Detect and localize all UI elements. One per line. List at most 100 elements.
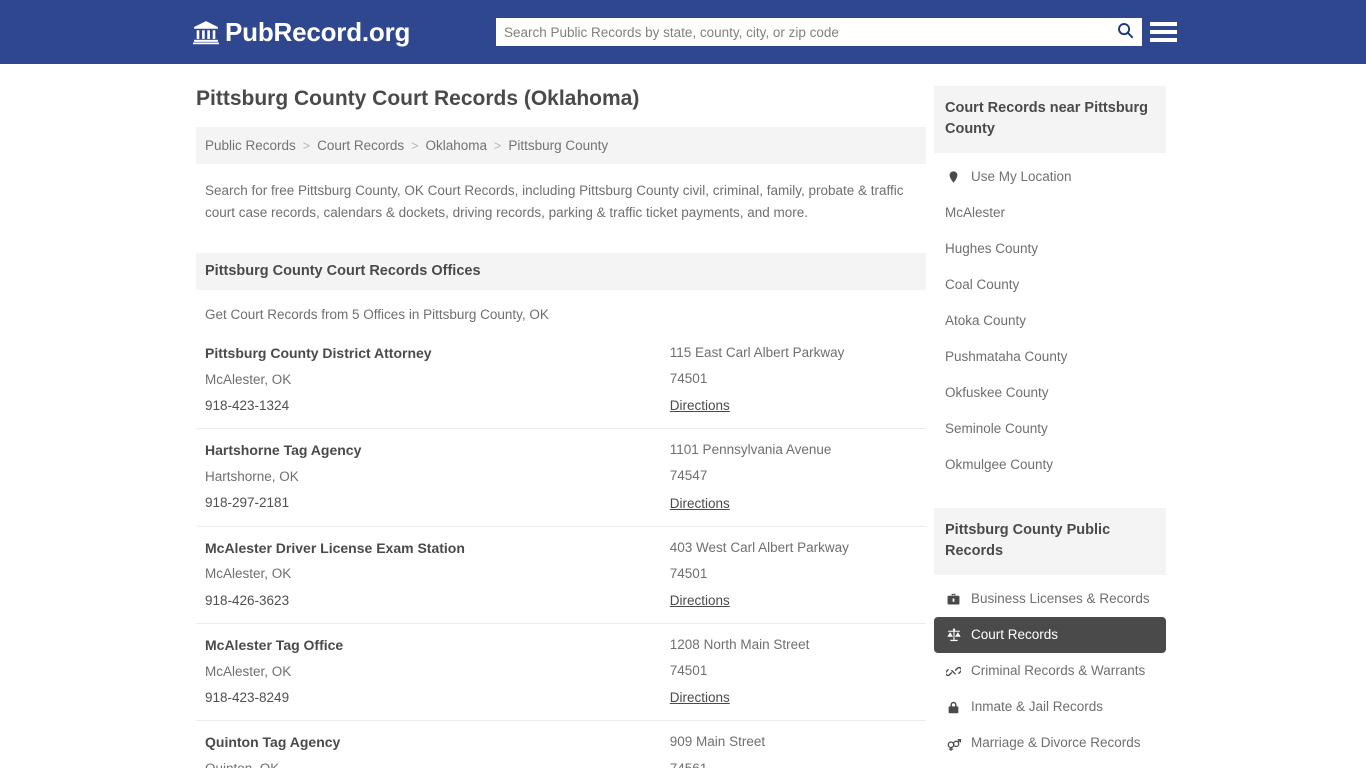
map-pin-icon (945, 169, 962, 186)
sidebar-item-label: Atoka County (945, 314, 1026, 328)
sidebar-item-coal-county[interactable]: Coal County (934, 267, 1166, 303)
office-right-column: 1208 North Main Street 74501 Directions (670, 637, 917, 707)
sidebar-item-label: Coal County (945, 278, 1019, 292)
breadcrumb-separator-icon: > (494, 139, 501, 153)
office-city-state: Quinton, OK (205, 761, 670, 768)
sidebar-item-court-records[interactable]: Court Records (934, 617, 1166, 653)
sidebar-item-label: Okmulgee County (945, 458, 1053, 472)
office-zip: 74547 (670, 468, 917, 484)
directions-link[interactable]: Directions (670, 593, 730, 608)
office-row: Pittsburg County District Attorney McAle… (196, 332, 926, 428)
search-input[interactable] (496, 19, 1108, 45)
office-city-state: McAlester, OK (205, 372, 670, 388)
handcuffs-icon (945, 663, 962, 680)
breadcrumb: Public Records > Court Records > Oklahom… (196, 127, 926, 164)
office-city-state: McAlester, OK (205, 664, 670, 680)
office-row: McAlester Driver License Exam Station Mc… (196, 526, 926, 623)
page-intro-text: Search for free Pittsburg County, OK Cou… (205, 180, 905, 224)
sidebar-public-records-block: Pittsburg County Public Records Business… (934, 508, 1166, 761)
page-title: Pittsburg County Court Records (Oklahoma… (196, 86, 926, 111)
sidebar-item-label: Marriage & Divorce Records (971, 736, 1141, 750)
office-left-column: Pittsburg County District Attorney McAle… (205, 345, 670, 415)
bank-building-icon (193, 19, 219, 45)
search-icon (1116, 21, 1135, 43)
office-city-state: McAlester, OK (205, 566, 670, 582)
offices-section-header: Pittsburg County Court Records Offices (196, 253, 926, 290)
sidebar-item-business-licenses[interactable]: Business Licenses & Records (934, 581, 1166, 617)
sidebar-item-criminal-records[interactable]: Criminal Records & Warrants (934, 653, 1166, 689)
sidebar-nearby-title: Court Records near Pittsburg County (934, 86, 1166, 153)
sidebar-item-label: Use My Location (971, 170, 1072, 184)
site-logo-link[interactable]: PubRecord.org (193, 19, 410, 45)
sidebar-public-records-title: Pittsburg County Public Records (934, 508, 1166, 575)
sidebar-item-label: Pushmataha County (945, 350, 1067, 364)
sidebar-item-mcalester[interactable]: McAlester (934, 195, 1166, 231)
office-street: 115 East Carl Albert Parkway (670, 345, 917, 361)
office-right-column: 403 West Carl Albert Parkway 74501 Direc… (670, 540, 917, 610)
search-button[interactable] (1108, 18, 1142, 46)
office-name: McAlester Tag Office (205, 637, 670, 654)
office-name: Pittsburg County District Attorney (205, 345, 670, 362)
sidebar-item-label: Criminal Records & Warrants (971, 664, 1145, 678)
offices-count-note: Get Court Records from 5 Offices in Pitt… (205, 307, 926, 322)
offices-list: Pittsburg County District Attorney McAle… (196, 332, 926, 768)
sidebar-item-label: Hughes County (945, 242, 1038, 256)
hamburger-menu-icon[interactable] (1150, 17, 1177, 47)
sidebar-item-label: Okfuskee County (945, 386, 1049, 400)
office-name: Hartshorne Tag Agency (205, 442, 670, 459)
sidebar-item-okmulgee-county[interactable]: Okmulgee County (934, 447, 1166, 483)
sidebar-item-pushmataha-county[interactable]: Pushmataha County (934, 339, 1166, 375)
office-zip: 74501 (670, 663, 917, 679)
hamburger-bar (1150, 30, 1177, 34)
breadcrumb-item-pittsburg-county[interactable]: Pittsburg County (508, 138, 608, 153)
office-phone[interactable]: 918-423-1324 (205, 398, 670, 414)
briefcase-icon (945, 591, 962, 608)
sidebar-item-marriage-divorce-records[interactable]: Marriage & Divorce Records (934, 725, 1166, 761)
office-row: Quinton Tag Agency Quinton, OK 918-469-3… (196, 720, 926, 768)
sidebar-item-atoka-county[interactable]: Atoka County (934, 303, 1166, 339)
office-row: McAlester Tag Office McAlester, OK 918-4… (196, 623, 926, 720)
directions-link[interactable]: Directions (670, 496, 730, 511)
office-street: 403 West Carl Albert Parkway (670, 540, 917, 556)
sidebar: Court Records near Pittsburg County Use … (934, 86, 1166, 761)
site-header: PubRecord.org (0, 0, 1366, 64)
sidebar-item-label: Inmate & Jail Records (971, 700, 1103, 714)
office-name: McAlester Driver License Exam Station (205, 540, 670, 557)
hamburger-bar (1150, 22, 1177, 26)
breadcrumb-item-court-records[interactable]: Court Records (317, 138, 404, 153)
sidebar-item-seminole-county[interactable]: Seminole County (934, 411, 1166, 447)
office-phone[interactable]: 918-423-8249 (205, 690, 670, 706)
office-street: 1208 North Main Street (670, 637, 917, 653)
sidebar-item-inmate-jail-records[interactable]: Inmate & Jail Records (934, 689, 1166, 725)
office-left-column: Quinton Tag Agency Quinton, OK 918-469-3… (205, 734, 670, 768)
office-street: 909 Main Street (670, 734, 917, 750)
breadcrumb-separator-icon: > (411, 139, 418, 153)
sidebar-item-label: Business Licenses & Records (971, 592, 1150, 606)
sidebar-public-records-list: Business Licenses & Records Court (934, 581, 1166, 761)
office-left-column: McAlester Tag Office McAlester, OK 918-4… (205, 637, 670, 707)
office-right-column: 115 East Carl Albert Parkway 74501 Direc… (670, 345, 917, 415)
office-right-column: 909 Main Street 74561 Directions (670, 734, 917, 768)
sidebar-item-label: Seminole County (945, 422, 1048, 436)
search-bar[interactable] (496, 18, 1142, 46)
office-zip: 74561 (670, 761, 917, 768)
office-street: 1101 Pennsylvania Avenue (670, 442, 917, 458)
site-logo-text: PubRecord.org (225, 19, 410, 45)
breadcrumb-item-public-records[interactable]: Public Records (205, 138, 296, 153)
breadcrumb-item-oklahoma[interactable]: Oklahoma (425, 138, 487, 153)
office-left-column: McAlester Driver License Exam Station Mc… (205, 540, 670, 610)
office-phone[interactable]: 918-426-3623 (205, 593, 670, 609)
directions-link[interactable]: Directions (670, 398, 730, 413)
sidebar-item-use-my-location[interactable]: Use My Location (934, 159, 1166, 195)
sidebar-item-okfuskee-county[interactable]: Okfuskee County (934, 375, 1166, 411)
office-phone[interactable]: 918-297-2181 (205, 495, 670, 511)
sidebar-nearby-list: Use My Location McAlester Hughes County … (934, 159, 1166, 483)
office-zip: 74501 (670, 566, 917, 582)
lock-icon (945, 699, 962, 716)
directions-link[interactable]: Directions (670, 690, 730, 705)
sidebar-item-hughes-county[interactable]: Hughes County (934, 231, 1166, 267)
scales-of-justice-icon (945, 627, 962, 644)
office-city-state: Hartshorne, OK (205, 469, 670, 485)
office-name: Quinton Tag Agency (205, 734, 670, 751)
page-body: Pittsburg County Court Records (Oklahoma… (0, 64, 1366, 86)
